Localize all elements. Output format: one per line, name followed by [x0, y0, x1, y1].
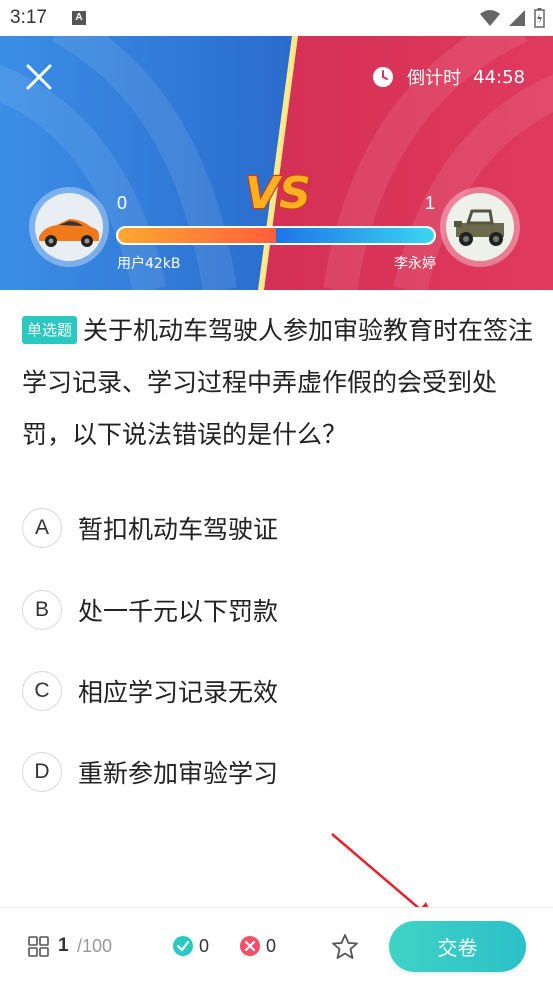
progress-player-left: [118, 228, 276, 243]
vs-text: VS: [245, 168, 311, 219]
option-a[interactable]: A 暂扣机动车驾驶证: [22, 507, 278, 549]
correct-count: 0: [199, 936, 210, 956]
question-text: 关于机动车驾驶人参加审验教育时在签注学习记录、学习过程中弄虚作假的会受到处罚，以…: [22, 316, 534, 449]
option-text: 处一千元以下罚款: [78, 597, 279, 626]
score-progress-bar: [116, 226, 436, 245]
option-text: 重新参加审验学习: [78, 759, 279, 788]
vs-badge: VS: [244, 167, 312, 220]
player-left-name: 用户42kB: [117, 256, 181, 272]
player-right-name: 李永婷: [394, 256, 436, 272]
total-questions: /100: [77, 936, 113, 956]
score-player-right: 1: [425, 193, 436, 213]
option-c[interactable]: C 相应学习记录无效: [22, 670, 278, 712]
sports-car-icon: [35, 193, 103, 261]
option-letter: B: [22, 590, 62, 630]
option-text: 暂扣机动车驾驶证: [78, 515, 279, 544]
option-text: 相应学习记录无效: [78, 678, 279, 707]
battle-header: 倒计时 44:58 VS 0 1 用户42kB 李永婷: [0, 36, 553, 290]
avatar-player-left: [29, 187, 109, 267]
close-icon[interactable]: [22, 60, 56, 94]
avatar-player-right: [440, 187, 520, 267]
clock-icon: [373, 67, 394, 87]
option-d[interactable]: D 重新参加审验学习: [22, 751, 278, 793]
wrong-count: 0: [266, 936, 277, 956]
bottom-bar: 1 /100 0 0 交卷: [0, 907, 553, 984]
current-question-number: 1: [58, 935, 69, 956]
question-grid-icon[interactable]: [28, 936, 49, 957]
signal-icon: [509, 10, 525, 26]
option-letter: D: [22, 752, 62, 792]
wifi-icon: [480, 10, 500, 26]
score-player-left: 0: [117, 193, 128, 213]
countdown: 倒计时 44:58: [373, 64, 525, 90]
jeep-icon: [446, 193, 514, 261]
option-b[interactable]: B 处一千元以下罚款: [22, 589, 278, 631]
option-letter: A: [22, 508, 62, 548]
question-type-tag: 单选题: [22, 316, 78, 344]
countdown-value: 44:58: [473, 66, 525, 88]
submit-button[interactable]: 交卷: [389, 921, 526, 972]
progress-player-right: [276, 228, 434, 243]
status-bar: 3:17 A: [0, 0, 553, 36]
notification-icon: A: [72, 11, 86, 25]
correct-check-icon: [173, 936, 193, 956]
countdown-label: 倒计时: [407, 68, 462, 89]
favorite-star-icon[interactable]: [331, 933, 359, 961]
battery-icon: [534, 8, 545, 28]
option-letter: C: [22, 671, 62, 711]
wrong-cross-icon: [240, 936, 260, 956]
question: 单选题 关于机动车驾驶人参加审验教育时在签注学习记录、学习过程中弄虚作假的会受到处…: [22, 305, 534, 461]
status-time: 3:17: [10, 7, 47, 28]
